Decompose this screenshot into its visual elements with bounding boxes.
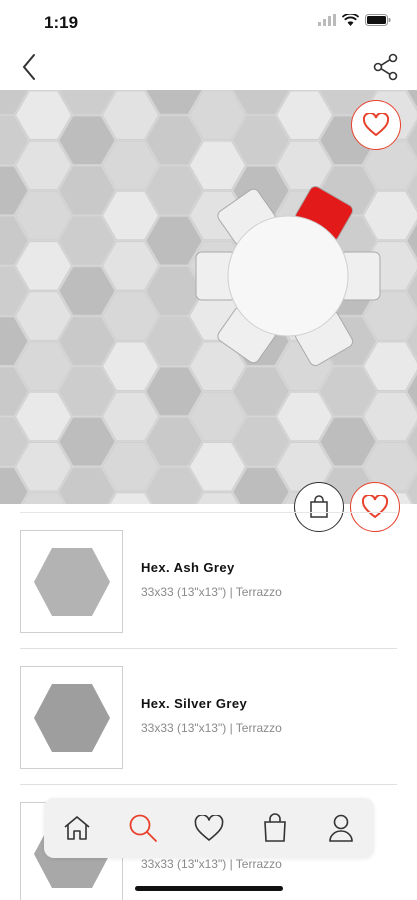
status-bar: 1:19 — [0, 0, 417, 44]
product-thumbnail — [20, 530, 123, 633]
product-hero-image — [0, 90, 417, 504]
hero-floor-pattern — [0, 90, 417, 504]
tab-bag[interactable] — [253, 806, 297, 850]
product-meta: 33x33 (13"x13") | Terrazzo — [141, 857, 282, 871]
home-icon — [64, 816, 90, 840]
floor-tile — [101, 140, 160, 191]
tab-search[interactable] — [121, 806, 165, 850]
floor-tile — [145, 165, 203, 216]
shopping-bag-icon — [264, 813, 286, 842]
floor-tile — [14, 140, 73, 191]
home-indicator — [135, 886, 283, 891]
hexagon-tile-icon — [33, 547, 110, 616]
heart-icon — [194, 814, 224, 841]
bottom-tab-bar — [44, 798, 374, 858]
floor-tile — [188, 140, 247, 191]
product-thumbnail — [20, 666, 123, 769]
battery-icon — [365, 14, 391, 26]
floor-tile — [145, 316, 203, 366]
heart-icon — [363, 113, 389, 137]
tab-profile[interactable] — [319, 806, 363, 850]
floor-tile — [101, 341, 160, 391]
hero-favorite-button[interactable] — [351, 100, 401, 150]
floor-tile — [14, 341, 73, 391]
floor-tile — [58, 165, 116, 216]
status-icons — [318, 14, 391, 26]
hexagon-tile-icon — [33, 683, 110, 752]
share-button[interactable] — [369, 50, 403, 84]
search-icon — [129, 814, 157, 842]
floor-tile — [58, 316, 116, 366]
signal-icon — [318, 14, 336, 26]
tab-favorites[interactable] — [187, 806, 231, 850]
product-meta: 33x33 (13"x13") | Terrazzo — [141, 585, 282, 599]
wifi-icon — [342, 14, 359, 26]
product-name: Hex. Silver Grey — [141, 696, 248, 711]
product-meta: 33x33 (13"x13") | Terrazzo — [141, 721, 282, 735]
nav-bar — [0, 44, 417, 90]
chevron-left-icon — [22, 54, 35, 80]
status-time: 1:19 — [44, 13, 79, 32]
round-table — [227, 215, 349, 337]
product-name: Hex. Ash Grey — [141, 560, 235, 575]
user-icon — [329, 814, 353, 842]
floor-tile — [275, 140, 334, 191]
list-item[interactable]: Hex. Ash Grey 33x33 (13"x13") | Terrazzo — [20, 512, 397, 648]
tab-home[interactable] — [55, 806, 99, 850]
back-button[interactable] — [12, 50, 46, 84]
list-item[interactable]: Hex. Silver Grey 33x33 (13"x13") | Terra… — [20, 648, 397, 784]
share-icon — [373, 53, 398, 81]
